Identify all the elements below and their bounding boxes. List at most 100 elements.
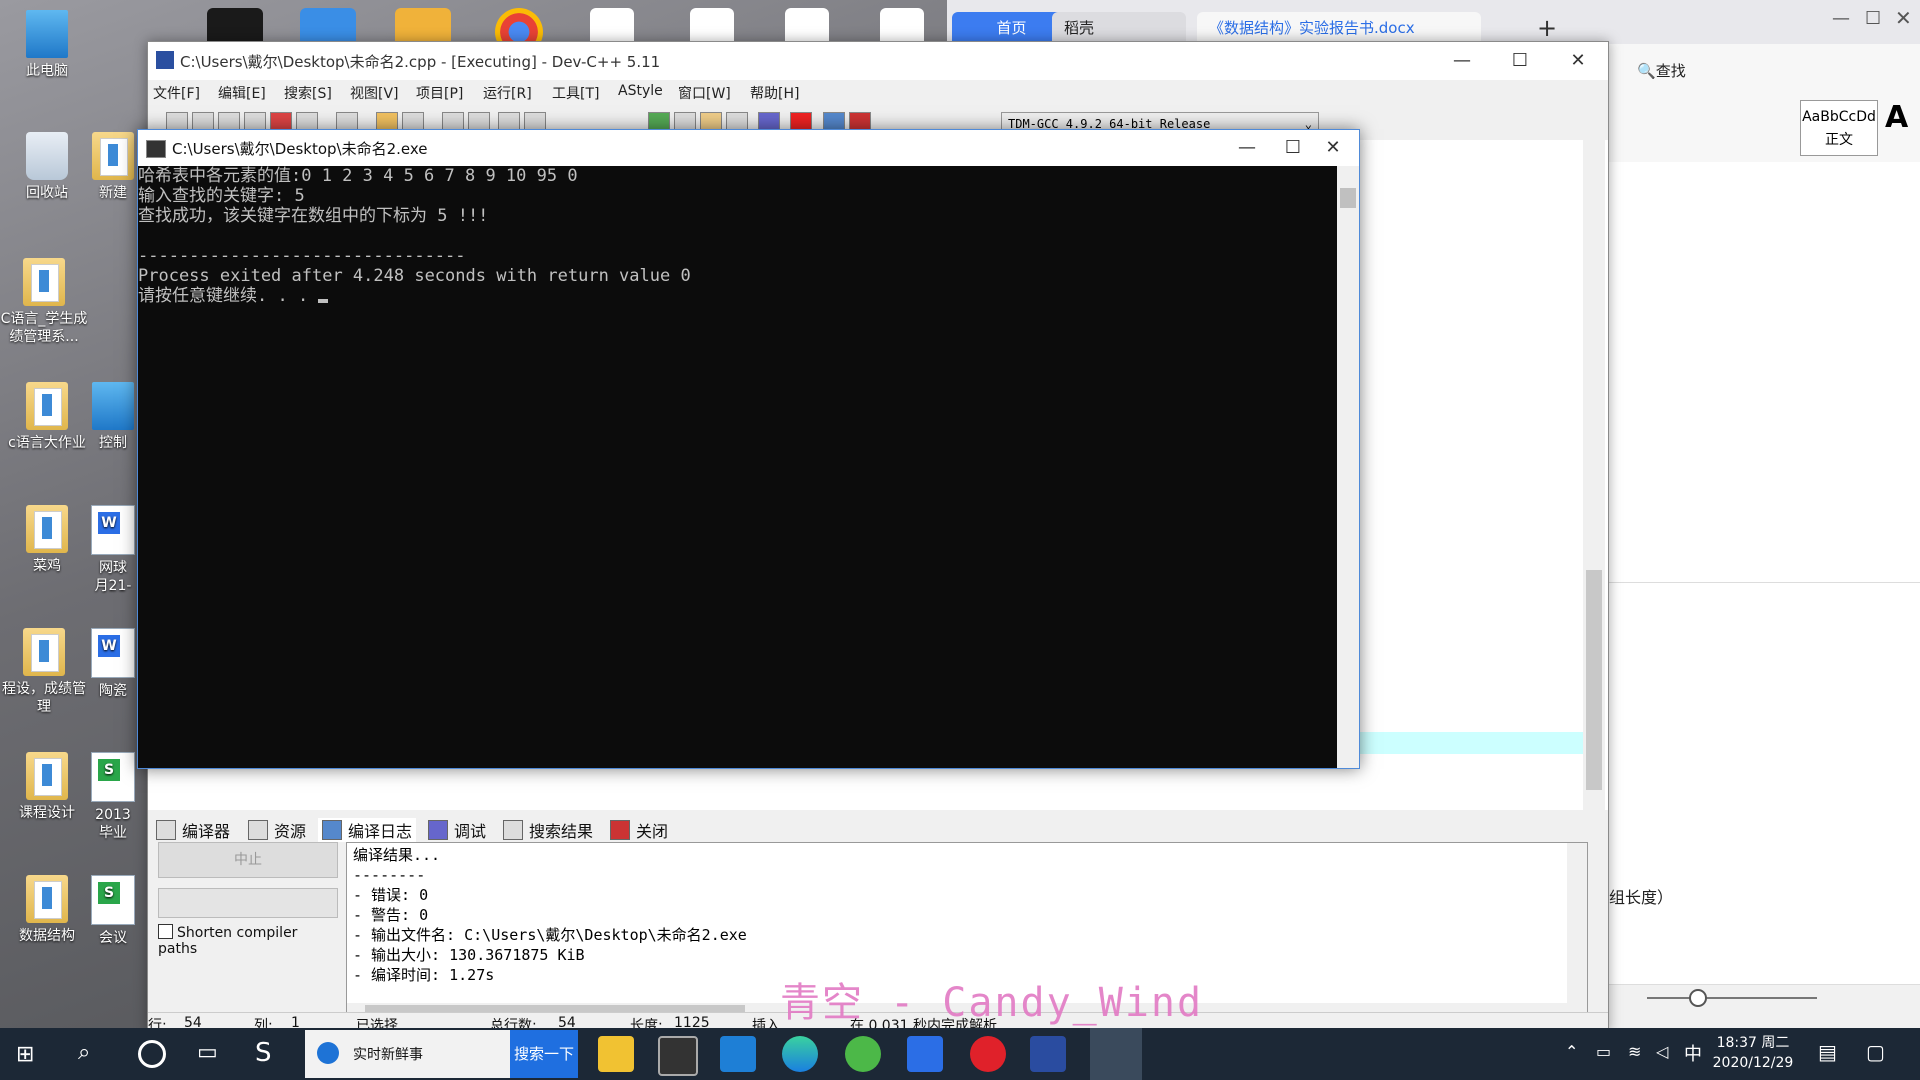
browser-green-icon[interactable] — [845, 1036, 881, 1072]
folder-icon — [26, 382, 68, 430]
folder-icon — [26, 505, 68, 553]
volume-icon[interactable]: ◁ — [1656, 1042, 1668, 1061]
checkbox[interactable] — [158, 924, 173, 939]
tab-compile-log[interactable]: 编译日志 — [318, 818, 417, 842]
desktop-icon-folder[interactable]: 数据结构 — [3, 875, 91, 945]
style-normal[interactable]: AaBbCcDd 正文 — [1800, 100, 1878, 156]
progress-box — [158, 888, 338, 918]
tab-resources[interactable]: 资源 — [248, 818, 306, 842]
editor-scrollbar[interactable] — [1583, 140, 1605, 810]
tab-daoke[interactable]: 稻壳 — [1052, 12, 1186, 44]
devcpp-app-icon — [156, 51, 174, 69]
abort-button[interactable]: 中止 — [158, 842, 338, 878]
tab-close[interactable]: 关闭 — [610, 818, 668, 842]
menu-file[interactable]: 文件[F] — [153, 83, 200, 103]
menu-window[interactable]: 窗口[W] — [678, 83, 731, 103]
control-panel-icon — [92, 382, 134, 430]
close-icon — [610, 820, 630, 840]
devcpp-taskbar-icon[interactable] — [1030, 1036, 1066, 1072]
store-icon[interactable] — [658, 1036, 698, 1076]
tab-search-results[interactable]: 搜索结果 — [503, 818, 593, 842]
console-window[interactable]: C:\Users\戴尔\Desktop\未命名2.exe — ☐ ✕ 哈希表中各… — [137, 129, 1360, 769]
wps-writer-icon[interactable] — [907, 1036, 943, 1072]
menu-search[interactable]: 搜索[S] — [284, 83, 332, 103]
file-explorer-icon[interactable] — [598, 1036, 634, 1072]
close-icon[interactable]: ✕ — [1310, 130, 1356, 166]
desktop-icon-folder[interactable]: 程设，成绩管理 — [0, 628, 88, 716]
search-icon[interactable]: ⌕ — [78, 1040, 90, 1065]
desktop-icon-this-pc[interactable]: 此电脑 — [3, 10, 91, 80]
desktop-icon-sheet[interactable]: S 2013 毕业 — [90, 752, 136, 842]
edge-icon[interactable] — [782, 1036, 818, 1072]
windows-start-icon[interactable]: ⊞ — [16, 1042, 34, 1067]
menu-run[interactable]: 运行[R] — [483, 83, 532, 103]
task-view-icon[interactable]: ▭ — [197, 1040, 218, 1065]
compile-controls: 中止 Shorten compiler paths — [148, 842, 340, 1020]
app-s-icon[interactable]: S — [255, 1038, 272, 1068]
cortana-icon[interactable] — [138, 1040, 166, 1068]
close-icon[interactable]: ✕ — [1549, 42, 1607, 80]
menu-project[interactable]: 项目[P] — [416, 83, 463, 103]
battery-icon[interactable]: ▭ — [1596, 1042, 1611, 1061]
desktop-icon-folder[interactable]: 课程设计 — [3, 752, 91, 822]
chevron-up-icon[interactable]: ⌃ — [1565, 1042, 1578, 1061]
find-button[interactable]: 🔍查找 — [1637, 60, 1686, 81]
notes-icon[interactable]: ▤ — [1818, 1040, 1837, 1064]
desktop-icon-folder[interactable]: C语言_学生成绩管理系... — [0, 258, 88, 346]
taskbar: ⊞ ⌕ ▭ S ⌃ ▭ ≋ ◁ 中 ▤ ▢ — [0, 1028, 1920, 1080]
netease-music-icon[interactable] — [970, 1036, 1006, 1072]
console-taskbar-icon[interactable] — [1090, 1028, 1142, 1080]
desktop-icon-recycle-bin[interactable]: 回收站 — [3, 132, 91, 202]
desktop-icon-sheet[interactable]: S 会议 — [90, 875, 136, 947]
devcpp-title-bar: C:\Users\戴尔\Desktop\未命名2.cpp - [Executin… — [148, 42, 1608, 80]
search-go-button[interactable]: 搜索一下 — [510, 1030, 578, 1078]
desktop-icon-control[interactable]: 控制 — [90, 382, 136, 452]
menu-view[interactable]: 视图[V] — [350, 83, 399, 103]
tab-debug[interactable]: 调试 — [428, 818, 486, 842]
menu-astyle[interactable]: AStyle — [618, 83, 663, 99]
wifi-icon[interactable]: ≋ — [1628, 1042, 1641, 1061]
maximize-icon[interactable]: ☐ — [1491, 42, 1549, 80]
menu-tools[interactable]: 工具[T] — [552, 83, 599, 103]
wps-tab-bar: 首页 稻壳 《数据结构》实验报告书.docx + — ☐ ✕ — [947, 0, 1920, 44]
console-title-bar: C:\Users\戴尔\Desktop\未命名2.exe — ☐ ✕ — [138, 130, 1359, 166]
big-a-icon[interactable]: A — [1885, 100, 1908, 135]
maximize-icon[interactable]: ☐ — [1865, 8, 1881, 29]
menu-help[interactable]: 帮助[H] — [750, 83, 799, 103]
minimize-icon[interactable]: — — [1832, 8, 1850, 29]
menu-edit[interactable]: 编辑[E] — [218, 83, 266, 103]
spreadsheet-icon: S — [91, 752, 135, 802]
tab-document[interactable]: 《数据结构》实验报告书.docx — [1197, 12, 1481, 44]
zoom-slider[interactable] — [1647, 997, 1817, 999]
system-clock[interactable]: 18:37 周二 2020/12/29 — [1708, 1033, 1798, 1073]
minimize-icon[interactable]: — — [1433, 42, 1491, 80]
ime-indicator[interactable]: 中 — [1684, 1040, 1702, 1066]
new-tab-icon[interactable]: + — [1537, 14, 1557, 42]
log-vertical-scrollbar[interactable] — [1567, 843, 1587, 1021]
spreadsheet-icon: S — [91, 875, 135, 925]
recycle-bin-icon — [26, 132, 68, 180]
word-doc-icon: W — [91, 505, 135, 555]
console-app-icon — [146, 140, 166, 158]
grid-icon — [156, 820, 176, 840]
notification-icon[interactable]: ▢ — [1866, 1040, 1885, 1064]
taskbar-search-box[interactable]: 实时新鲜事 — [305, 1030, 510, 1078]
desktop-icon-doc[interactable]: W 陶瓷 — [90, 628, 136, 700]
resource-icon — [248, 820, 268, 840]
close-icon[interactable]: ✕ — [1895, 6, 1912, 30]
folder-icon — [23, 258, 65, 306]
shorten-paths-checkbox[interactable]: Shorten compiler paths — [158, 924, 340, 957]
mail-icon[interactable] — [720, 1036, 756, 1072]
word-doc-icon: W — [91, 628, 135, 678]
zoom-handle[interactable] — [1689, 989, 1707, 1007]
desktop-icon-folder[interactable]: 新建 — [90, 132, 136, 202]
desktop-icon-folder[interactable]: 菜鸡 — [3, 505, 91, 575]
folder-icon — [23, 628, 65, 676]
desktop-icon-folder[interactable]: c语言大作业 — [3, 382, 91, 452]
console-output[interactable]: 哈希表中各元素的值:0 1 2 3 4 5 6 7 8 9 10 95 0 输入… — [138, 166, 1336, 768]
tab-compiler[interactable]: 编译器 — [156, 818, 230, 842]
search-icon — [503, 820, 523, 840]
ie-icon — [317, 1042, 339, 1064]
desktop-icon-doc[interactable]: W 网球 月21- — [90, 505, 136, 595]
console-scrollbar[interactable] — [1337, 166, 1359, 768]
